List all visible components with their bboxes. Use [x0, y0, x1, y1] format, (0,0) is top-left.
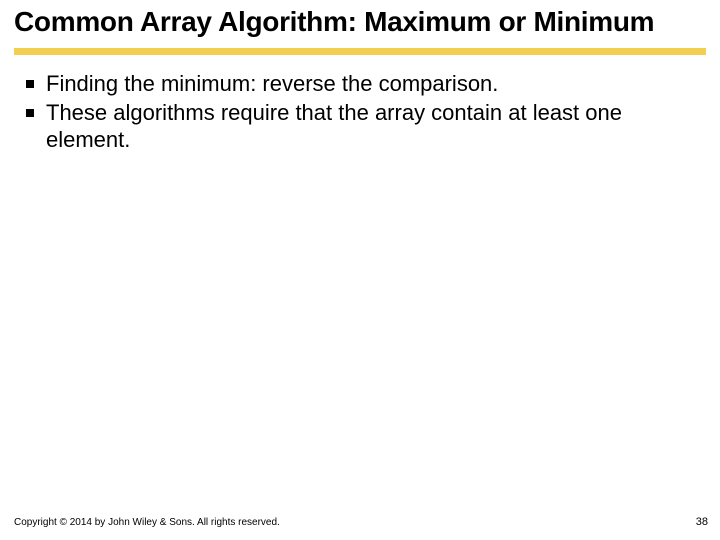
- slide-body: Finding the minimum: reverse the compari…: [0, 55, 720, 153]
- copyright-footer: Copyright © 2014 by John Wiley & Sons. A…: [14, 517, 280, 528]
- bullet-icon: [26, 80, 34, 88]
- bullet-text: Finding the minimum: reverse the compari…: [46, 71, 498, 96]
- bullet-icon: [26, 109, 34, 117]
- title-underline: [14, 48, 706, 55]
- page-number: 38: [696, 516, 708, 528]
- list-item: These algorithms require that the array …: [22, 100, 698, 154]
- bullet-text: These algorithms require that the array …: [46, 100, 622, 152]
- slide-title: Common Array Algorithm: Maximum or Minim…: [0, 0, 720, 42]
- bullet-list: Finding the minimum: reverse the compari…: [22, 71, 698, 153]
- slide: Common Array Algorithm: Maximum or Minim…: [0, 0, 720, 540]
- list-item: Finding the minimum: reverse the compari…: [22, 71, 698, 98]
